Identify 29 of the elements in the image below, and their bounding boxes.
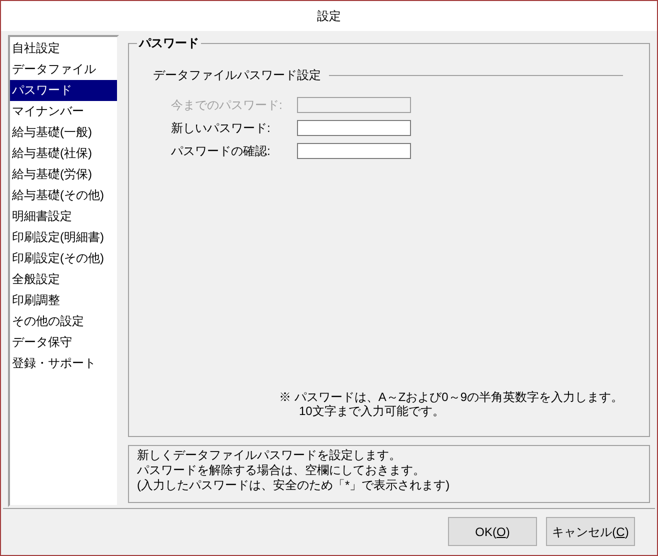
settings-list[interactable]: 自社設定 データファイル パスワード マイナンバー 給与基礎(一般) 給与基礎(社保) 給与基礎(労保) 給与基礎(その他) 明細書設定 印刷設定(明細書) 印刷設定(その他) 全般設定 印刷調整 その他の設定 データ保守 登録・サポート (8, 35, 119, 507)
field-label: 新しいパスワード: (171, 120, 272, 137)
settings-item[interactable]: 印刷設定(その他) (10, 248, 117, 269)
settings-item[interactable]: 登録・サポート (10, 353, 117, 374)
section-title: データファイルパスワード設定 (153, 67, 321, 84)
dialog-button[interactable]: OK(O) (448, 517, 537, 546)
settings-item[interactable]: 給与基礎(一般) (10, 122, 117, 143)
settings-item[interactable]: マイナンバー (10, 101, 117, 122)
settings-item[interactable]: 明細書設定 (10, 206, 117, 227)
settings-item[interactable]: その他の設定 (10, 311, 117, 332)
description-text: 新しくデータファイルパスワードを設定します。 パスワードを解除する場合は、空欄にしておきます。 (入力したパスワードは、安全のため「*」で表示されます) (128, 445, 650, 503)
field-label: パスワードの確認: (171, 143, 272, 160)
settings-item[interactable]: 給与基礎(その他) (10, 185, 117, 206)
password-field[interactable] (297, 120, 411, 136)
settings-item[interactable]: データ保守 (10, 332, 117, 353)
settings-item[interactable]: 給与基礎(社保) (10, 143, 117, 164)
group-title: パスワード (137, 35, 201, 51)
settings-item[interactable]: データファイル (10, 59, 117, 80)
settings-item[interactable]: 全般設定 (10, 269, 117, 290)
settings-item[interactable]: パスワード (10, 80, 117, 101)
window-title: 設定 (317, 8, 341, 25)
settings-item[interactable]: 自社設定 (10, 38, 117, 59)
dialog-button[interactable]: キャンセル(C) (546, 517, 635, 546)
settings-item[interactable]: 給与基礎(労保) (10, 164, 117, 185)
password-note: ※ パスワードは、A～Zおよび0～9の半角英数字を入力します。 10文字まで入力可能です。 (279, 390, 624, 418)
password-field[interactable] (297, 143, 411, 159)
settings-item[interactable]: 印刷調整 (10, 290, 117, 311)
settings-item[interactable]: 印刷設定(明細書) (10, 227, 117, 248)
field-label: 今までのパスワード: (171, 97, 284, 114)
